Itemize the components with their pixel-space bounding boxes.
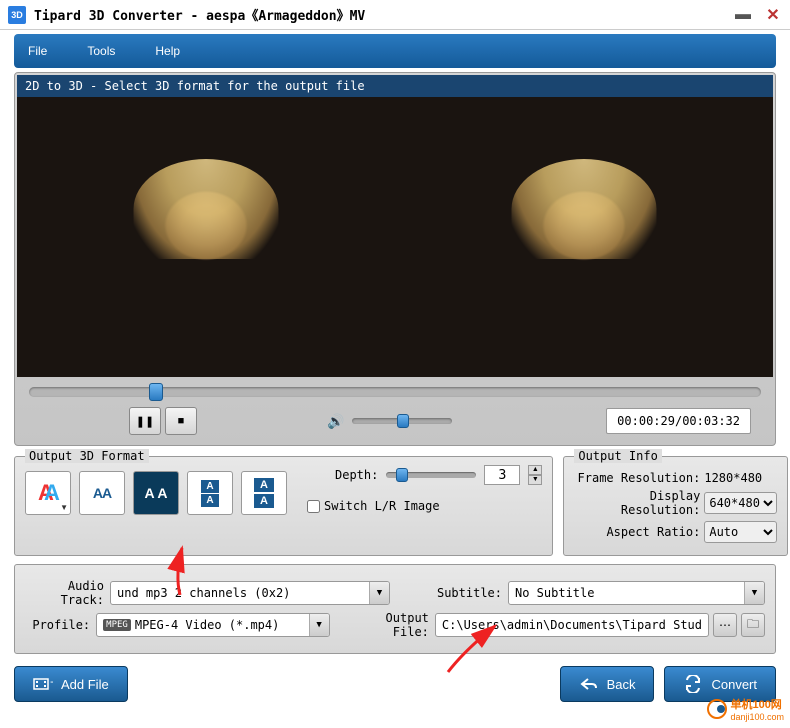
minimize-button[interactable]: ▬	[734, 6, 752, 24]
menu-help[interactable]: Help	[155, 44, 180, 58]
watermark: 单机100网 danji100.com	[707, 696, 784, 722]
output-file-value: C:\Users\admin\Documents\Tipard Stud	[442, 618, 702, 632]
subtitle-value: No Subtitle	[515, 586, 594, 600]
settings-panel: Audio Track: und mp3 2 channels (0x2) ▼ …	[14, 564, 776, 654]
format-tb-full-button[interactable]: AA	[241, 471, 287, 515]
menu-file[interactable]: File	[28, 44, 47, 58]
depth-down-button[interactable]: ▼	[528, 475, 542, 485]
mpeg-icon: MPEG	[103, 619, 131, 631]
add-file-icon: +	[33, 674, 53, 694]
back-icon	[579, 674, 599, 694]
volume-slider[interactable]	[352, 418, 452, 424]
video-left-eye	[17, 97, 395, 377]
subtitle-select[interactable]: No Subtitle ▼	[508, 581, 765, 605]
timeline-slider[interactable]	[29, 387, 761, 397]
output-file-field[interactable]: C:\Users\admin\Documents\Tipard Stud	[435, 613, 709, 637]
menubar: File Tools Help	[14, 34, 776, 68]
audio-track-value: und mp3 2 channels (0x2)	[117, 586, 290, 600]
preview-header: 2D to 3D - Select 3D format for the outp…	[17, 75, 773, 97]
dropdown-icon: ▼	[744, 582, 764, 604]
depth-thumb[interactable]	[396, 468, 408, 482]
app-logo-icon: 3D	[8, 6, 26, 24]
pause-icon: ❚❚	[136, 415, 154, 428]
watermark-text: 单机100网	[730, 696, 784, 712]
volume-icon: 🔊	[327, 413, 344, 430]
depth-label: Depth:	[335, 468, 378, 482]
audio-track-select[interactable]: und mp3 2 channels (0x2) ▼	[110, 581, 390, 605]
aspect-ratio-label: Aspect Ratio:	[574, 525, 704, 539]
format-sbs-half-button[interactable]: AA	[79, 471, 125, 515]
subtitle-label: Subtitle:	[430, 586, 508, 600]
add-file-button[interactable]: + Add File	[14, 666, 128, 702]
close-button[interactable]: ✕	[764, 6, 782, 24]
output-more-button[interactable]: ⋯	[713, 613, 737, 637]
window-title: Tipard 3D Converter - aespa《Armageddon》M…	[34, 5, 734, 24]
time-display: 00:00:29/00:03:32	[606, 408, 751, 434]
video-preview	[17, 97, 773, 377]
output-browse-button[interactable]: 🗀	[741, 613, 765, 637]
stop-button[interactable]: ■	[165, 407, 197, 435]
audio-track-label: Audio Track:	[25, 579, 110, 607]
volume-thumb[interactable]	[397, 414, 409, 428]
profile-label: Profile:	[25, 618, 96, 632]
convert-label: Convert	[711, 677, 757, 692]
back-label: Back	[607, 677, 636, 692]
output-3d-format-fieldset: Output 3D Format ▼ AA A A AA AA Depth: ▲	[14, 456, 553, 556]
depth-input[interactable]	[484, 465, 520, 485]
frame-res-label: Frame Resolution:	[574, 471, 704, 485]
dropdown-icon: ▼	[309, 614, 329, 636]
output-file-label: Output File:	[370, 611, 435, 639]
format-anaglyph-button[interactable]: ▼	[25, 471, 71, 515]
timeline-thumb[interactable]	[149, 383, 163, 401]
switch-lr-label: Switch L/R Image	[324, 499, 440, 513]
preview-panel: 2D to 3D - Select 3D format for the outp…	[14, 72, 776, 446]
format-tb-half-button[interactable]: AA	[187, 471, 233, 515]
format-fieldset-title: Output 3D Format	[25, 449, 149, 463]
format-sbs-full-button[interactable]: A A	[133, 471, 179, 515]
frame-res-value: 1280*480	[704, 471, 777, 485]
depth-up-button[interactable]: ▲	[528, 465, 542, 475]
display-res-select[interactable]: 640*480	[704, 492, 777, 514]
svg-text:+: +	[50, 676, 53, 689]
titlebar: 3D Tipard 3D Converter - aespa《Armageddo…	[0, 0, 790, 30]
stop-icon: ■	[178, 415, 185, 427]
add-file-label: Add File	[61, 677, 109, 692]
watermark-url: danji100.com	[730, 712, 784, 722]
bottom-bar: + Add File Back Convert	[0, 654, 790, 714]
video-right-eye	[395, 97, 773, 377]
profile-select[interactable]: MPEG MPEG-4 Video (*.mp4) ▼	[96, 613, 329, 637]
display-res-label: Display Resolution:	[574, 489, 704, 517]
dropdown-icon: ▼	[369, 582, 389, 604]
menu-tools[interactable]: Tools	[87, 44, 115, 58]
profile-value: MPEG-4 Video (*.mp4)	[135, 618, 280, 632]
switch-lr-checkbox[interactable]	[307, 500, 320, 513]
info-fieldset-title: Output Info	[574, 449, 661, 463]
pause-button[interactable]: ❚❚	[129, 407, 161, 435]
aspect-ratio-select[interactable]: Auto	[704, 521, 777, 543]
dropdown-icon: ▼	[60, 503, 68, 512]
folder-icon: 🗀	[747, 615, 759, 636]
convert-icon	[683, 674, 703, 694]
ellipsis-icon: ⋯	[719, 618, 731, 632]
back-button[interactable]: Back	[560, 666, 655, 702]
watermark-icon	[707, 699, 727, 719]
output-info-fieldset: Output Info Frame Resolution: 1280*480 D…	[563, 456, 788, 556]
depth-slider[interactable]	[386, 472, 476, 478]
